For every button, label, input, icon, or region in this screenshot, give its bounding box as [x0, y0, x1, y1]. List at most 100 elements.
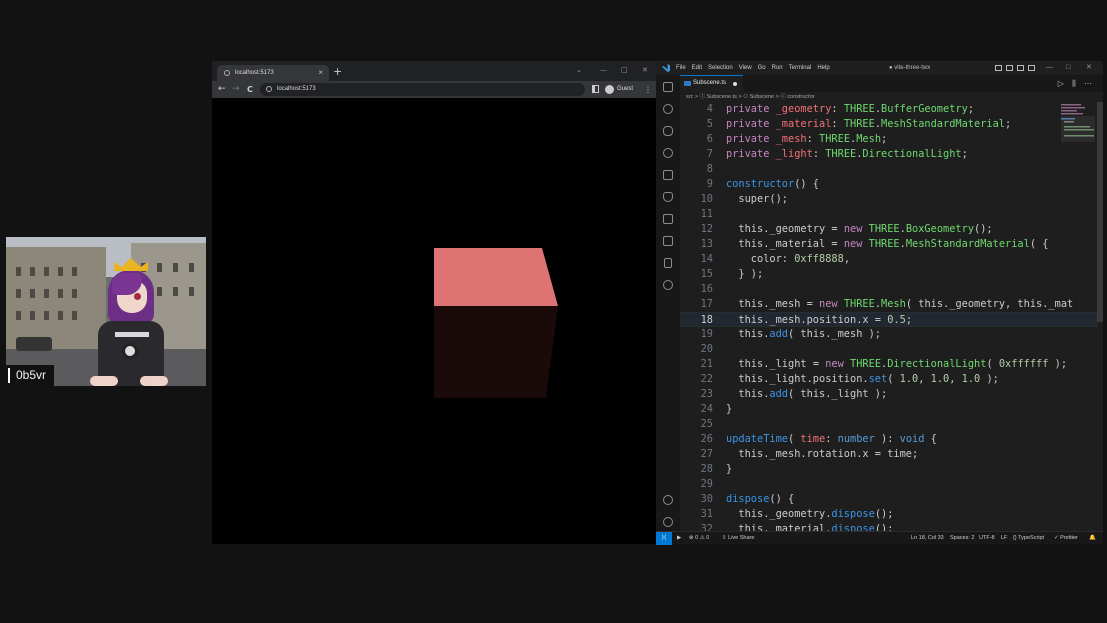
docker-icon[interactable]	[663, 192, 673, 202]
code-line[interactable]: 14 color: 0xff8888,	[680, 252, 1098, 267]
code-line[interactable]: 10 super();	[680, 192, 1098, 207]
line-number: 9	[706, 178, 713, 190]
account-icon[interactable]	[663, 495, 673, 505]
editor-actions[interactable]: ▷ ⫼ ⋯	[1058, 75, 1095, 92]
menu-view[interactable]: View	[739, 61, 752, 75]
code-line[interactable]: 8	[680, 162, 1098, 177]
browser-menu-button[interactable]: ⋮	[644, 83, 652, 96]
code-line-current[interactable]: 18 this._mesh.position.x = 0.5;	[680, 312, 1098, 327]
side-panel-icon[interactable]	[592, 85, 599, 93]
code-line[interactable]: 27 this._mesh.rotation.x = time;	[680, 447, 1098, 462]
code-line[interactable]: 29	[680, 477, 1098, 492]
code-text: this._material = new THREE.MeshStandardM…	[726, 238, 1048, 250]
code-token: :	[831, 103, 844, 115]
line-number: 30	[700, 493, 713, 505]
toggle-sidebar-icon[interactable]	[995, 65, 1002, 71]
bookmark-icon[interactable]	[664, 258, 672, 268]
code-line[interactable]: 4 private _geometry: THREE.BufferGeometry…	[680, 102, 1098, 117]
code-line[interactable]: 31 this._geometry.dispose();	[680, 507, 1098, 522]
menu-file[interactable]: File	[676, 61, 686, 75]
code-line[interactable]: 22 this._light.position.set( 1.0, 1.0, 1…	[680, 372, 1098, 387]
menu-selection[interactable]: Selection	[708, 61, 733, 75]
code-line[interactable]: 13 this._material = new THREE.MeshStanda…	[680, 237, 1098, 252]
code-line[interactable]: 32 this._material.dispose();	[680, 522, 1098, 531]
minimap[interactable]	[1061, 102, 1095, 142]
code-token: DirectionalLight	[887, 358, 987, 370]
ports-icon[interactable]: ▶	[677, 532, 681, 545]
menu-go[interactable]: Go	[758, 61, 766, 75]
close-window-button[interactable]: ✕	[642, 64, 648, 76]
code-line[interactable]: 23 this.add( this._light );	[680, 387, 1098, 402]
prettier-status[interactable]: ✓ Prettier	[1054, 532, 1078, 545]
editor-tab[interactable]: Subscene.ts	[680, 75, 743, 92]
back-button[interactable]: ←	[218, 83, 226, 96]
remote-explorer-icon[interactable]	[663, 236, 673, 246]
code-line[interactable]: 12 this._geometry = new THREE.BoxGeometr…	[680, 222, 1098, 237]
indentation-setting[interactable]: Spaces: 2	[950, 532, 974, 545]
minimize-button[interactable]: —	[1046, 62, 1053, 74]
search-icon[interactable]	[663, 104, 673, 114]
code-line[interactable]: 5 private _material: THREE.MeshStandardMa…	[680, 117, 1098, 132]
code-line[interactable]: 11	[680, 207, 1098, 222]
streamer-name-label: 0b5vr	[6, 365, 55, 386]
menu-edit[interactable]: Edit	[692, 61, 702, 75]
code-line[interactable]: 16	[680, 282, 1098, 297]
code-line[interactable]: 9 constructor() {	[680, 177, 1098, 192]
code-line[interactable]: 17 this._mesh = new THREE.Mesh( this._ge…	[680, 297, 1098, 312]
code-line[interactable]: 6 private _mesh: THREE.Mesh;	[680, 132, 1098, 147]
breadcrumb[interactable]: src > ⓣ Subscene.ts > ⚇ Subscene > ⓒ con…	[680, 92, 1103, 102]
maximize-button[interactable]: □	[1066, 62, 1070, 74]
code-line[interactable]: 28}	[680, 462, 1098, 477]
remote-indicator-icon[interactable]: ⟩⟨	[656, 532, 672, 545]
new-tab-button[interactable]: +	[333, 65, 342, 79]
code-line[interactable]: 21 this._light = new THREE.DirectionalLi…	[680, 357, 1098, 372]
extensions-icon[interactable]	[663, 214, 673, 224]
language-mode[interactable]: {} TypeScript	[1013, 532, 1044, 545]
reload-button[interactable]: C	[247, 83, 253, 96]
notifications-bell-icon[interactable]: 🔔	[1089, 532, 1096, 545]
webgl-canvas[interactable]	[212, 98, 656, 544]
code-line[interactable]: 7 private _light: THREE.DirectionalLight;	[680, 147, 1098, 162]
code-token: this.	[726, 388, 770, 400]
menu-run[interactable]: Run	[772, 61, 783, 75]
eol-setting[interactable]: LF	[1001, 532, 1007, 545]
typescript-icon	[684, 81, 691, 86]
code-line[interactable]: 30 dispose() {	[680, 492, 1098, 507]
source-control-icon[interactable]	[663, 126, 673, 136]
code-line[interactable]: 19 this.add( this._mesh );	[680, 327, 1098, 342]
gear-icon[interactable]	[663, 517, 673, 527]
minimize-button[interactable]: —	[600, 64, 607, 76]
code-line[interactable]: 15 } );	[680, 267, 1098, 282]
unsaved-dot-icon[interactable]	[733, 82, 737, 86]
tab-close-icon[interactable]: ×	[318, 65, 323, 81]
browser-tab[interactable]: localhost:5173 ×	[217, 65, 329, 81]
tab-search-button[interactable]: ⌄	[576, 64, 582, 76]
problems-indicator[interactable]: ⊗ 0 ⚠ 0	[689, 532, 709, 545]
run-debug-icon[interactable]	[663, 170, 673, 180]
address-bar[interactable]: localhost:5173	[260, 83, 585, 96]
explorer-icon[interactable]	[663, 82, 673, 92]
forward-button[interactable]: →	[232, 83, 240, 96]
code-token: (	[986, 358, 999, 370]
maximize-button[interactable]: □	[621, 64, 628, 76]
toggle-panel-icon[interactable]	[1006, 65, 1013, 71]
github-icon[interactable]	[663, 148, 673, 158]
menu-terminal[interactable]: Terminal	[789, 61, 812, 75]
code-line[interactable]: 20	[680, 342, 1098, 357]
code-editor[interactable]: 4 private _geometry: THREE.BufferGeometry…	[680, 102, 1103, 531]
cursor-position[interactable]: Ln 18, Col 33	[911, 532, 944, 545]
toggle-secondary-sidebar-icon[interactable]	[1017, 65, 1024, 71]
site-info-icon[interactable]	[266, 86, 272, 92]
customize-layout-icon[interactable]	[1028, 65, 1035, 71]
profile-button[interactable]: Guest	[605, 83, 633, 96]
code-line[interactable]: 26 updateTime( time: number ): void {	[680, 432, 1098, 447]
line-number: 14	[700, 253, 713, 265]
code-line[interactable]: 25	[680, 417, 1098, 432]
encoding-setting[interactable]: UTF-8	[979, 532, 995, 545]
editor-scrollbar[interactable]	[1097, 102, 1103, 322]
live-share-icon[interactable]	[663, 280, 673, 290]
close-window-button[interactable]: ✕	[1086, 62, 1092, 74]
live-share-button[interactable]: ⇪ Live Share	[722, 532, 754, 545]
menu-help[interactable]: Help	[817, 61, 829, 75]
code-line[interactable]: 24}	[680, 402, 1098, 417]
